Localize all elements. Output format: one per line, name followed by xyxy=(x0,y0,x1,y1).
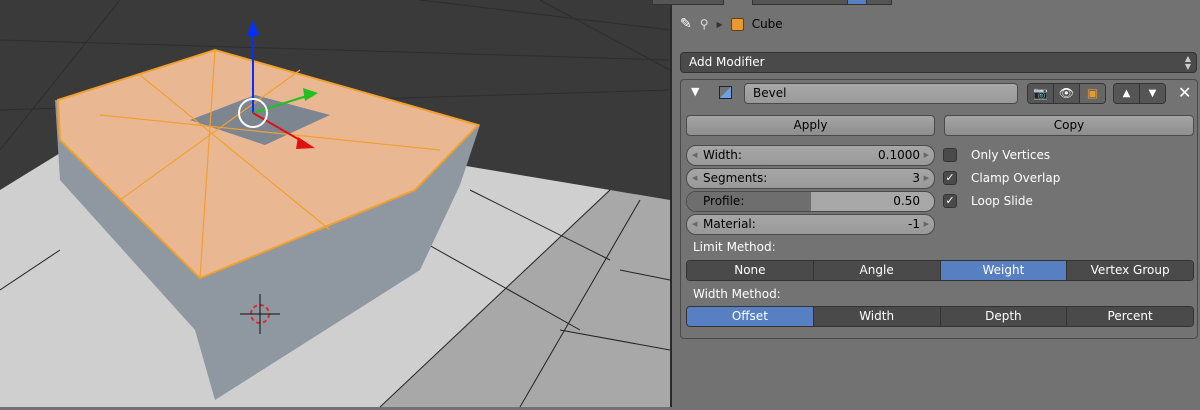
remove-modifier-close-icon[interactable]: ✕ xyxy=(1178,83,1191,102)
modifier-name-input[interactable]: Bevel xyxy=(744,83,1018,104)
clamp-overlap-label: Clamp Overlap xyxy=(971,171,1061,185)
add-modifier-label: Add Modifier xyxy=(689,55,765,69)
pin-icon[interactable]: ✎ xyxy=(680,16,692,32)
limit-vertex-group-option[interactable]: Vertex Group xyxy=(1067,261,1193,280)
updown-arrows-icon: ▲ ▼ xyxy=(1184,54,1191,71)
object-data-icon: ⚲ xyxy=(699,17,709,31)
render-camera-icon[interactable]: 📷 xyxy=(1028,84,1053,103)
move-down-icon[interactable]: ▼ xyxy=(1139,84,1165,103)
width-width-option[interactable]: Width xyxy=(813,307,941,326)
loop-slide-checkbox[interactable]: ✓ xyxy=(943,194,957,208)
width-depth-option[interactable]: Depth xyxy=(940,307,1068,326)
viewport-scene xyxy=(0,0,671,408)
material-field[interactable]: ◀ Material: -1 ▶ xyxy=(686,214,935,235)
width-field[interactable]: ◀ Width: 0.1000 ▶ xyxy=(686,145,935,166)
limit-angle-option[interactable]: Angle xyxy=(813,261,941,280)
width-method-selector: Offset Width Depth Percent xyxy=(686,306,1194,327)
visibility-toggles: 📷 👁 ▣ xyxy=(1027,83,1106,104)
clamp-overlap-checkbox[interactable]: ✓ xyxy=(943,171,957,185)
bevel-modifier-icon xyxy=(719,86,732,99)
breadcrumb: ✎ ⚲ ▶ Cube xyxy=(680,14,783,34)
edit-mode-icon[interactable]: ▣ xyxy=(1079,84,1105,103)
only-vertices-checkbox[interactable] xyxy=(943,148,957,162)
move-up-icon[interactable]: ▲ xyxy=(1114,84,1139,103)
limit-method-selector: None Angle Weight Vertex Group xyxy=(686,260,1194,281)
collapse-triangle-icon[interactable]: ▼ xyxy=(691,85,699,98)
apply-button[interactable]: Apply xyxy=(686,115,935,136)
3d-viewport[interactable] xyxy=(0,0,671,408)
header-tabs xyxy=(652,0,1200,5)
viewport-eye-icon[interactable]: 👁 xyxy=(1053,84,1079,103)
width-percent-option[interactable]: Percent xyxy=(1067,307,1193,326)
limit-none-option[interactable]: None xyxy=(687,261,814,280)
object-name: Cube xyxy=(751,17,783,31)
profile-slider[interactable]: Profile: 0.50 xyxy=(686,191,935,212)
limit-method-label: Limit Method: xyxy=(693,240,776,254)
width-offset-option[interactable]: Offset xyxy=(687,307,814,326)
bevel-modifier-panel: ▼ Bevel 📷 👁 ▣ ▲ ▼ ✕ Apply Copy ◀ Width: 0.… xyxy=(680,79,1198,339)
loop-slide-label: Loop Slide xyxy=(971,194,1033,208)
width-method-label: Width Method: xyxy=(693,287,781,301)
copy-button[interactable]: Copy xyxy=(944,115,1194,136)
cube-icon xyxy=(730,17,744,31)
only-vertices-label: Only Vertices xyxy=(971,148,1051,162)
move-buttons: ▲ ▼ xyxy=(1113,83,1166,104)
limit-weight-option[interactable]: Weight xyxy=(940,261,1068,280)
chevron-right-icon: ▶ xyxy=(716,19,723,29)
segments-field[interactable]: ◀ Segments: 3 ▶ xyxy=(686,168,935,189)
add-modifier-dropdown[interactable]: Add Modifier ▲ ▼ xyxy=(680,52,1197,73)
properties-panel: ✎ ⚲ ▶ Cube Add Modifier ▲ ▼ ▼ Bevel 📷 👁 ▣… xyxy=(652,0,1200,407)
